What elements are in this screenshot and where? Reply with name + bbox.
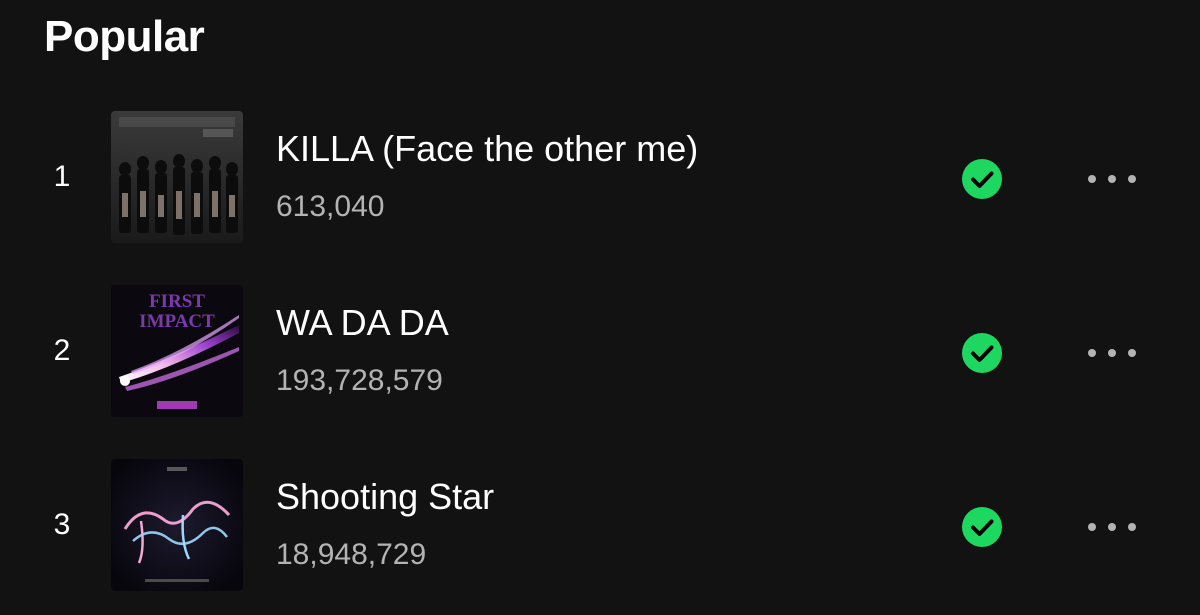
- album-cover-first-impact: FIRST IMPACT: [111, 285, 243, 417]
- album-art-group-photo: [111, 111, 243, 243]
- track-row-killa[interactable]: 1 KILLA (Face the other me) 613,040: [0, 92, 1200, 266]
- track-rank: 1: [53, 160, 71, 193]
- track-rank: 3: [53, 508, 71, 541]
- track-title: WA DA DA: [276, 302, 449, 343]
- section-title: Popular: [44, 12, 205, 61]
- more-options-icon[interactable]: [1082, 338, 1142, 368]
- more-options-icon[interactable]: [1082, 512, 1142, 542]
- album-cover-killa: [111, 111, 243, 243]
- more-options-icon[interactable]: [1082, 164, 1142, 194]
- check-circle-icon[interactable]: [961, 506, 1003, 548]
- track-title: Shooting Star: [276, 476, 495, 517]
- track-play-count: 613,040: [276, 190, 385, 223]
- track-play-count: 18,948,729: [276, 538, 427, 571]
- track-title: KILLA (Face the other me): [276, 128, 699, 169]
- track-list: 1 KILLA (Face the other me) 613,040 2 FI…: [0, 92, 1200, 614]
- track-row-wa-da-da[interactable]: 2 FIRST IMPACT WA DA DA 193,728,579: [0, 266, 1200, 440]
- check-circle-icon[interactable]: [961, 332, 1003, 374]
- track-row-shooting-star[interactable]: 3 Shooting Star 18,948,729: [0, 440, 1200, 614]
- track-rank: 2: [53, 334, 71, 367]
- popular-tracks-page: Popular 1 KILLA (Face the other me) 613,…: [0, 0, 1200, 615]
- cover-text-impact: IMPACT: [139, 311, 215, 332]
- track-play-count: 193,728,579: [276, 364, 443, 397]
- check-circle-icon[interactable]: [961, 158, 1003, 200]
- album-cover-kep1going-on: [111, 459, 243, 591]
- cover-text-first: FIRST: [149, 291, 205, 312]
- album-art-neon-script: [111, 459, 243, 591]
- album-art-first-impact: FIRST IMPACT: [111, 285, 243, 417]
